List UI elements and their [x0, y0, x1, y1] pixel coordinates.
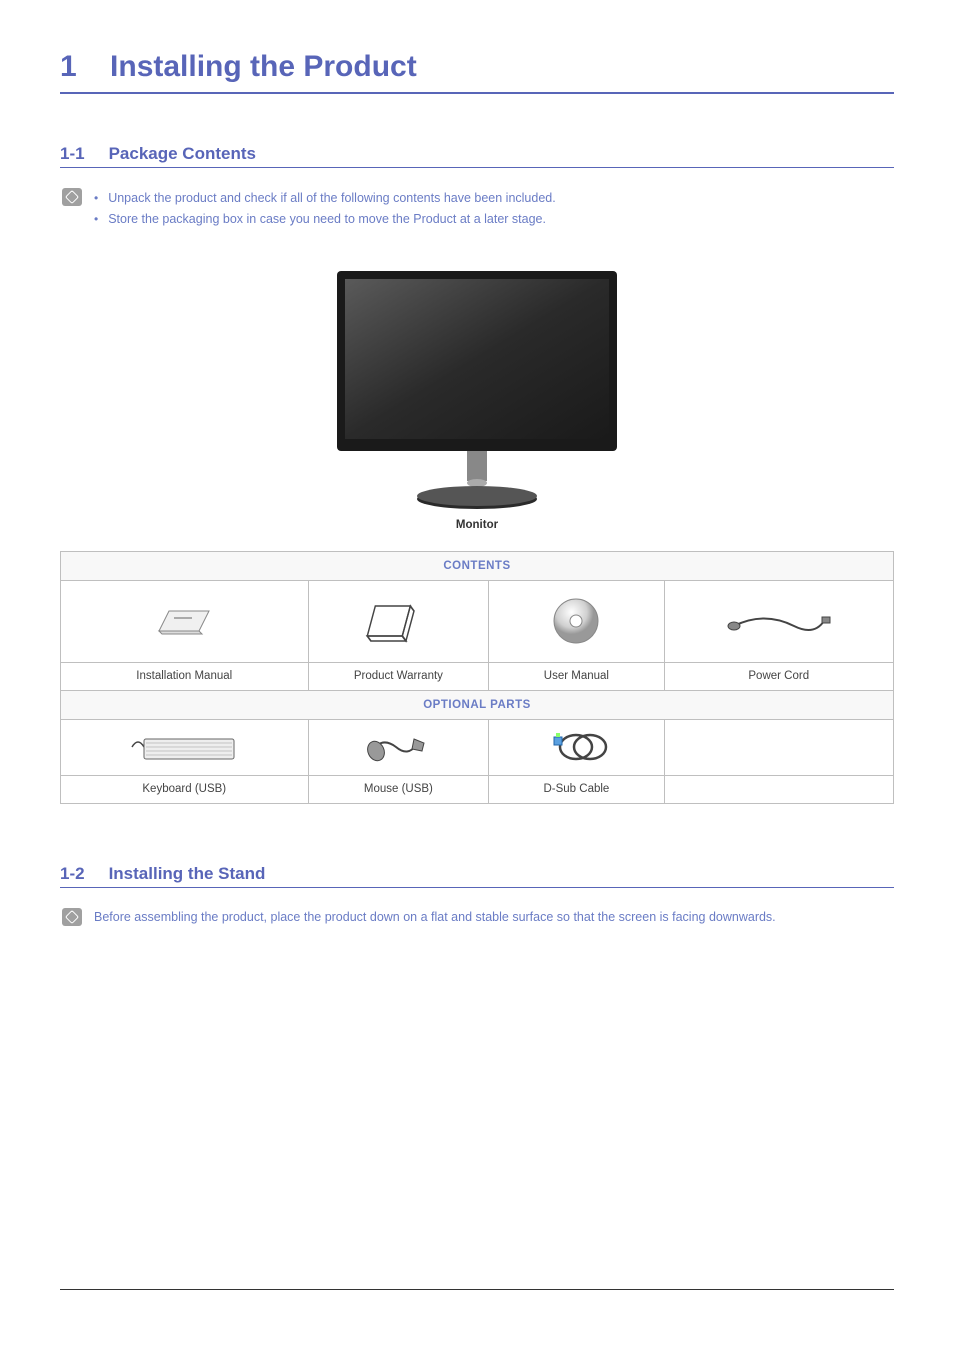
installation-manual-image [61, 580, 309, 662]
section-1-1-title: Package Contents [109, 144, 256, 164]
section-1-1-header: 1-1 Package Contents [60, 144, 894, 168]
monitor-illustration [307, 261, 647, 511]
note-text-1: Unpack the product and check if all of t… [108, 188, 556, 209]
monitor-label: Monitor [60, 519, 894, 531]
footer-rule [60, 1289, 894, 1290]
note-item-1: • Unpack the product and check if all of… [94, 188, 556, 209]
section-1-2-title: Installing the Stand [109, 864, 266, 884]
contents-header: CONTENTS [61, 551, 894, 580]
note-block-1: • Unpack the product and check if all of… [60, 188, 894, 231]
contents-item-4: Power Cord [664, 662, 893, 690]
mouse-image [308, 719, 489, 775]
optional-item-1: Keyboard (USB) [61, 775, 309, 803]
note-icon [62, 908, 82, 926]
note-icon [62, 188, 82, 206]
contents-item-3: User Manual [489, 662, 664, 690]
section-1-2-number: 1-2 [60, 864, 85, 884]
user-manual-image [489, 580, 664, 662]
section-1-1-number: 1-1 [60, 144, 85, 164]
bullet-icon: • [94, 188, 98, 208]
chapter-title-text: Installing the Product [110, 50, 417, 83]
power-cord-image [664, 580, 893, 662]
optional-item-2: Mouse (USB) [308, 775, 489, 803]
contents-item-2: Product Warranty [308, 662, 489, 690]
section-1-2-header: 1-2 Installing the Stand [60, 864, 894, 888]
dsub-cable-image [489, 719, 664, 775]
product-warranty-image [308, 580, 489, 662]
optional-header: OPTIONAL PARTS [61, 690, 894, 719]
keyboard-image [61, 719, 309, 775]
optional-empty-image [664, 719, 893, 775]
contents-table: CONTENTS [60, 551, 894, 804]
optional-item-3: D-Sub Cable [489, 775, 664, 803]
bullet-icon: • [94, 209, 98, 229]
chapter-title: 1 Installing the Product [60, 50, 894, 94]
contents-item-1: Installation Manual [61, 662, 309, 690]
chapter-number: 1 [60, 50, 77, 83]
note-text-2: Store the packaging box in case you need… [108, 209, 546, 230]
note-item-2: • Store the packaging box in case you ne… [94, 209, 556, 230]
monitor-figure: Monitor [60, 261, 894, 531]
optional-item-4 [664, 775, 893, 803]
note-block-2: Before assembling the product, place the… [60, 908, 894, 927]
note-list: • Unpack the product and check if all of… [94, 188, 556, 231]
section-1-2-note: Before assembling the product, place the… [94, 908, 776, 927]
